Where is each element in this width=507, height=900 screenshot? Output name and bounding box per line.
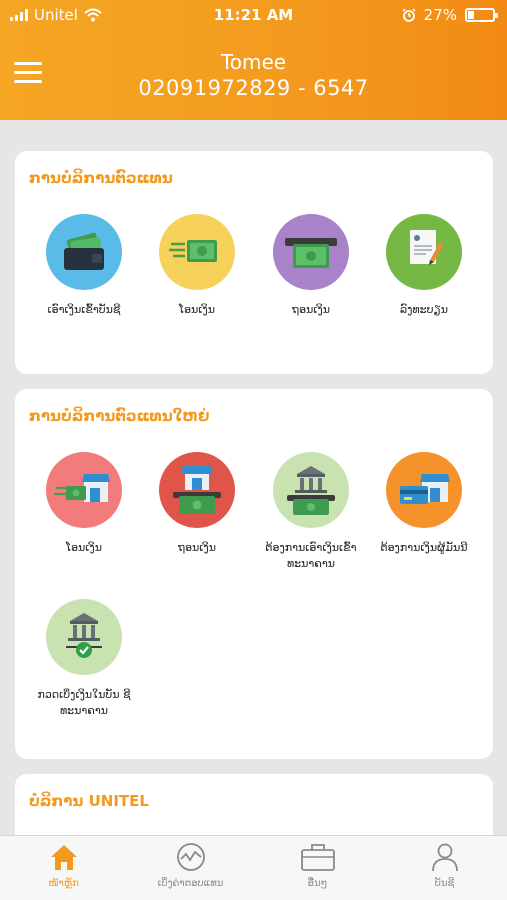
service-bank-deposit[interactable]: ຕ້ອງການເອົາເງິນເຂົ້າ ທະນາຄານ — [256, 452, 366, 572]
home-icon — [50, 845, 77, 870]
service-shop-transfer[interactable]: ໂອນເງິນ — [29, 452, 139, 556]
bank-check-icon — [46, 599, 122, 675]
shop-card-icon — [386, 452, 462, 528]
status-right: 27% — [402, 6, 498, 24]
tab-label: ບັນຊີ — [434, 878, 455, 889]
master-agent-services-card: ການບໍລິການຕົວແທນໃຫຍ່ ໂອນເງິນ ຖອນເງິນ ຕ້ອ… — [15, 389, 493, 759]
service-label: ຖອນເງິນ — [178, 541, 216, 554]
battery-level — [468, 11, 474, 19]
tab-home[interactable]: ໜ້າຫຼັກ — [0, 836, 127, 900]
service-bank-check[interactable]: ກວດເບິ່ງເງິນໃນບັນ ຊີທະນາຄານ — [29, 599, 139, 719]
chart-icon — [176, 843, 205, 871]
battery-icon — [465, 8, 498, 22]
service-label: ຕ້ອງການເອົາເງິນເຂົ້າ ທະນາຄານ — [265, 541, 357, 570]
transfer-money-icon — [159, 214, 235, 290]
service-label: ເອົາເງິນເຂົ້າບັນຊີ — [47, 303, 121, 316]
wallet-cash-icon — [46, 214, 122, 290]
tab-label: ໜ້າຫຼັກ — [48, 878, 79, 889]
status-bar: Unitel 11:21 AM 27% — [0, 0, 507, 30]
card-title: ບໍລິການ UNITEL — [29, 792, 149, 810]
service-shop-card[interactable]: ຕ້ອງການເງິນຜູ້ມັນນີ — [369, 452, 479, 556]
app-header: Unitel 11:21 AM 27% Tomee 02091972829 - … — [0, 0, 507, 120]
tab-label: ອື່ນໆ — [307, 878, 328, 889]
agent-services-card: ການບໍລິການຕົວແທນ ເອົາເງິນເຂົ້າບັນຊີ ໂອນເ… — [15, 151, 493, 374]
bottom-tab-bar: ໜ້າຫຼັກ ເບິ່ງຄ່າຕອບແທນ ອື່ນໆ ບັນຊີ — [0, 835, 507, 900]
bank-deposit-icon — [273, 452, 349, 528]
shop-transfer-icon — [46, 452, 122, 528]
service-withdraw-money[interactable]: ຖອນເງິນ — [256, 214, 366, 318]
user-icon — [431, 843, 458, 872]
tab-commission[interactable]: ເບິ່ງຄ່າຕອບແທນ — [127, 836, 254, 900]
user-name: Tomee — [220, 50, 287, 74]
tab-account[interactable]: ບັນຊີ — [381, 836, 507, 900]
service-shop-withdraw[interactable]: ຖອນເງິນ — [142, 452, 252, 556]
shop-withdraw-icon — [159, 452, 235, 528]
alarm-icon — [402, 8, 416, 22]
card-title: ການບໍລິການຕົວແທນ — [29, 169, 173, 187]
tab-others[interactable]: ອື່ນໆ — [254, 836, 381, 900]
register-document-icon — [386, 214, 462, 290]
service-label: ລົງທະບຽນ — [399, 303, 449, 316]
service-register[interactable]: ລົງທະບຽນ — [369, 214, 479, 318]
card-title: ການບໍລິການຕົວແທນໃຫຍ່ — [29, 407, 210, 425]
service-label: ກວດເບິ່ງເງິນໃນບັນ ຊີທະນາຄານ — [37, 688, 131, 717]
service-deposit-account[interactable]: ເອົາເງິນເຂົ້າບັນຊີ — [29, 214, 139, 318]
battery-percent: 27% — [423, 6, 457, 24]
tab-label: ເບິ່ງຄ່າຕອບແທນ — [157, 878, 224, 889]
briefcase-icon — [300, 844, 335, 871]
withdraw-money-icon — [273, 214, 349, 290]
service-label: ຖອນເງິນ — [292, 303, 330, 316]
user-phone: 02091972829 - 6547 — [138, 76, 369, 100]
service-label: ໂອນເງິນ — [179, 303, 215, 316]
service-transfer-money[interactable]: ໂອນເງິນ — [142, 214, 252, 318]
service-label: ໂອນເງິນ — [66, 541, 102, 554]
service-label: ຕ້ອງການເງິນຜູ້ມັນນີ — [380, 541, 468, 554]
